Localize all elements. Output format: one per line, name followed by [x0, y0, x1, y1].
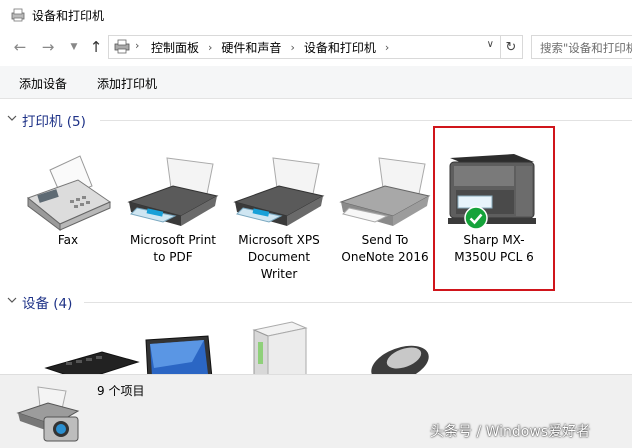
add-device-button[interactable]: 添加设备: [19, 75, 67, 92]
chevron-down-icon: ▼: [70, 42, 78, 52]
chevron-down-icon: [7, 115, 17, 121]
search-input[interactable]: 搜索"设备和打印机": [531, 35, 632, 59]
window-title: 设备和打印机: [32, 8, 105, 23]
refresh-button[interactable]: ↻: [500, 35, 523, 59]
title-bar: 设备和打印机: [0, 0, 632, 30]
printer-camera-icon: [16, 386, 80, 442]
mouse-icon: [371, 345, 429, 374]
monitor-icon: [145, 335, 213, 374]
group-divider: [84, 302, 632, 303]
group-divider: [100, 120, 632, 121]
refresh-icon: ↻: [505, 39, 517, 55]
address-bar[interactable]: › 控制面板 › 硬件和声音 › 设备和打印机 › ∨: [108, 35, 501, 59]
arrow-left-icon: ←: [13, 38, 27, 56]
printer-icon: [339, 157, 431, 226]
devices-group-title: 设备 (4): [22, 296, 73, 312]
tower-pc-icon: [252, 321, 308, 374]
breadcrumb-separator-icon[interactable]: ›: [208, 41, 212, 54]
breadcrumb-separator-icon[interactable]: ›: [385, 41, 389, 54]
keyboard-icon: [44, 351, 140, 374]
up-button[interactable]: ↑: [86, 37, 106, 57]
breadcrumb-item[interactable]: 控制面板: [151, 39, 199, 56]
chevron-down-icon: [7, 297, 17, 303]
device-item-tower-pc[interactable]: [232, 318, 332, 374]
breadcrumb-item[interactable]: 设备和打印机: [304, 39, 376, 56]
add-printer-button[interactable]: 添加打印机: [97, 75, 157, 92]
item-count: 9 个项目: [97, 384, 145, 398]
device-item-keyboard[interactable]: [42, 318, 142, 374]
arrow-up-icon: ↑: [89, 38, 103, 56]
printer-name: Microsoft Print to PDF: [129, 233, 217, 264]
device-item-mouse[interactable]: [348, 318, 448, 374]
arrow-right-icon: →: [41, 38, 55, 56]
selection-highlight-box: [433, 126, 555, 291]
address-dropdown-icon[interactable]: ∨: [487, 39, 494, 50]
recent-locations-button[interactable]: ▼: [64, 37, 84, 57]
printer-icon: [127, 157, 219, 226]
navigation-bar: ← → ▼ ↑ › 控制面板 › 硬件和声音 › 设备和打印机 › ∨ ↻ 搜索…: [0, 33, 632, 61]
back-button[interactable]: ←: [10, 37, 30, 57]
search-placeholder: 搜索"设备和打印机": [540, 41, 632, 55]
device-item-monitor[interactable]: [132, 318, 232, 374]
printer-name: Fax: [57, 233, 79, 247]
devices-group-header[interactable]: 设备 (4): [0, 292, 632, 312]
breadcrumb-item[interactable]: 硬件和声音: [221, 39, 281, 56]
fax-icon: [26, 155, 112, 231]
printer-name: Send To OneNote 2016: [341, 233, 429, 264]
printer-name: Microsoft XPS Document Writer: [238, 233, 320, 281]
command-bar: 添加设备 添加打印机: [0, 66, 632, 99]
forward-button[interactable]: →: [38, 37, 58, 57]
printers-group-title: 打印机 (5): [22, 114, 86, 130]
breadcrumb-separator-icon: ›: [135, 39, 140, 52]
watermark-text: 头条号 / Windows爱好者: [430, 424, 591, 440]
control-panel-location-icon: [114, 39, 130, 54]
printer-icon: [233, 157, 325, 226]
breadcrumb-separator-icon[interactable]: ›: [290, 41, 294, 54]
breadcrumb: 控制面板 › 硬件和声音 › 设备和打印机 ›: [151, 39, 398, 56]
devices-printers-icon: [11, 8, 25, 22]
